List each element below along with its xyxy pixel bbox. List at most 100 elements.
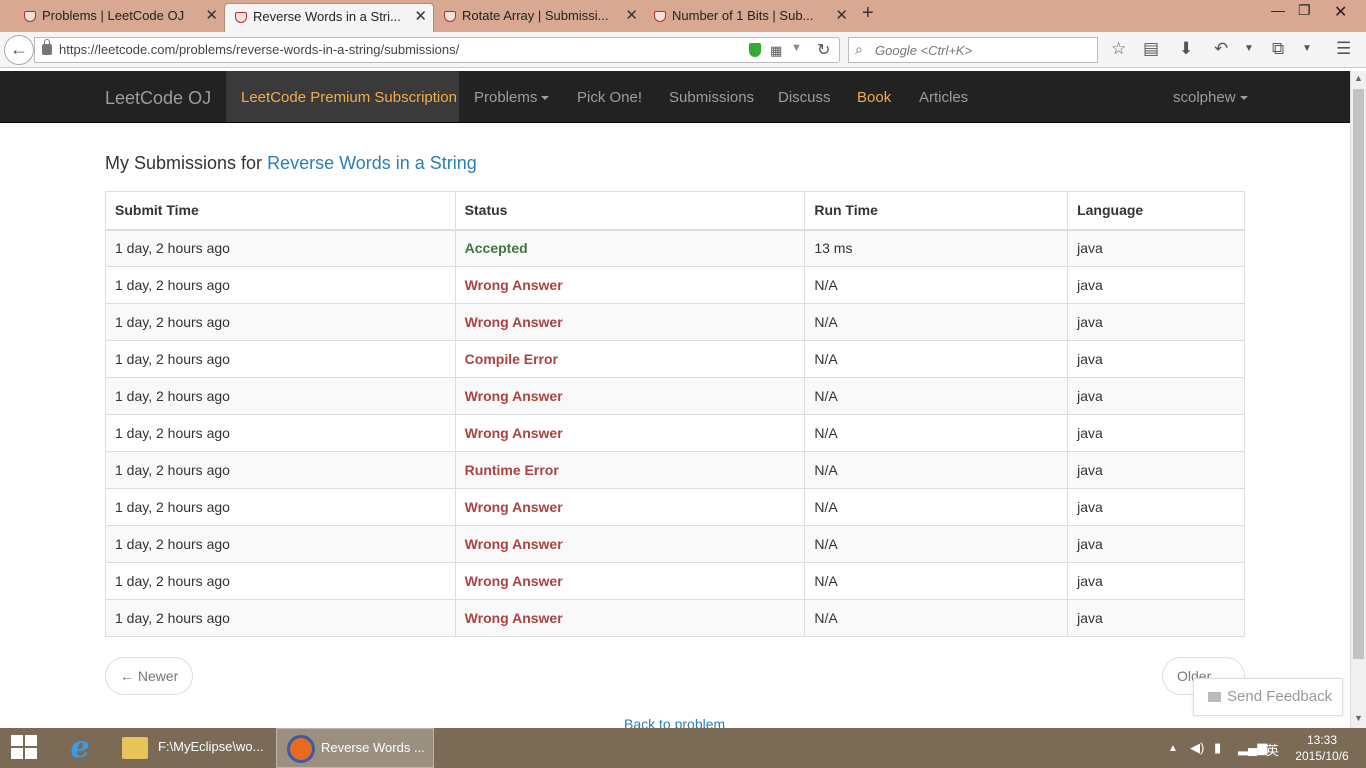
- internet-explorer-icon[interactable]: e: [64, 733, 96, 763]
- url-bar[interactable]: https://leetcode.com/problems/reverse-wo…: [34, 37, 840, 63]
- run-time-cell: N/A: [804, 414, 1069, 452]
- undo-icon[interactable]: ↶: [1214, 39, 1228, 59]
- run-time-cell: 13 ms: [804, 229, 1069, 267]
- run-time-cell: N/A: [804, 451, 1069, 489]
- caret-down-icon: [1239, 96, 1248, 101]
- windows-start-icon[interactable]: [11, 735, 39, 761]
- browser-tab-problems[interactable]: Problems | LeetCode OJ ✕: [14, 3, 224, 32]
- menu-hamburger-icon[interactable]: ☰: [1336, 39, 1351, 59]
- close-tab-icon[interactable]: ✕: [625, 3, 638, 29]
- new-tab-icon[interactable]: +: [862, 2, 874, 25]
- restore-icon[interactable]: ❐: [1298, 2, 1311, 19]
- power-icon[interactable]: ▮: [1214, 740, 1221, 756]
- caret-down-icon: [541, 96, 550, 101]
- language-cell: java: [1067, 229, 1245, 267]
- browser-tab-strip: Problems | LeetCode OJ ✕ Reverse Words i…: [0, 0, 1366, 32]
- nav-discuss[interactable]: Discuss: [778, 89, 831, 106]
- scroll-up-icon[interactable]: ▲: [1354, 73, 1363, 83]
- taskbar-explorer[interactable]: F:\MyEclipse\wo...: [114, 728, 272, 768]
- scroll-down-icon[interactable]: ▼: [1354, 713, 1363, 723]
- back-arrow-icon: ←: [10, 39, 28, 59]
- send-feedback-label: Send Feedback: [1227, 688, 1333, 705]
- status-cell[interactable]: Wrong Answer: [454, 599, 806, 637]
- send-feedback-button[interactable]: Send Feedback: [1193, 678, 1343, 716]
- close-window-icon[interactable]: ✕: [1334, 2, 1347, 22]
- status-cell[interactable]: Runtime Error: [454, 451, 806, 489]
- taskbar-firefox[interactable]: Reverse Words ...: [276, 728, 434, 768]
- taskbar-explorer-label: F:\MyEclipse\wo...: [158, 739, 264, 754]
- browser-nav-bar: ← https://leetcode.com/problems/reverse-…: [0, 32, 1366, 68]
- qr-code-icon[interactable]: ▦: [770, 43, 782, 59]
- ime-indicator[interactable]: 英: [1266, 740, 1279, 759]
- language-cell: java: [1067, 266, 1245, 304]
- search-bar[interactable]: ⌕ Google <Ctrl+K>: [848, 37, 1098, 63]
- col-run-time: Run Time: [804, 191, 1069, 231]
- close-tab-icon[interactable]: ✕: [414, 4, 427, 30]
- status-cell[interactable]: Wrong Answer: [454, 377, 806, 415]
- language-cell: java: [1067, 303, 1245, 341]
- volume-icon[interactable]: ◀): [1190, 740, 1204, 756]
- user-menu[interactable]: scolphew: [1173, 89, 1248, 106]
- nav-articles[interactable]: Articles: [919, 89, 968, 106]
- submit-time-cell: 1 day, 2 hours ago: [105, 599, 456, 637]
- page-title-prefix: My Submissions for: [105, 153, 263, 173]
- nav-problems-label: Problems: [474, 89, 538, 106]
- nav-problems[interactable]: Problems: [474, 89, 550, 106]
- language-cell: java: [1067, 451, 1245, 489]
- col-status: Status: [454, 191, 806, 231]
- scrollbar-thumb[interactable]: [1353, 89, 1364, 659]
- username: scolphew: [1173, 89, 1236, 106]
- browser-tab-rotate-array[interactable]: Rotate Array | Submissi... ✕: [434, 3, 644, 32]
- url-text[interactable]: https://leetcode.com/problems/reverse-wo…: [59, 42, 459, 57]
- vertical-scrollbar[interactable]: ▲ ▼: [1350, 71, 1366, 728]
- table-row: 1 day, 2 hours ago Compile Error N/A java: [105, 340, 1245, 378]
- screenshot-icon[interactable]: ⧉: [1272, 39, 1284, 59]
- status-cell[interactable]: Compile Error: [454, 340, 806, 378]
- status-cell[interactable]: Wrong Answer: [454, 303, 806, 341]
- status-cell[interactable]: Wrong Answer: [454, 414, 806, 452]
- table-row: 1 day, 2 hours ago Wrong Answer N/A java: [105, 488, 1245, 526]
- network-icon[interactable]: ▂▄▆: [1238, 740, 1267, 756]
- status-cell[interactable]: Wrong Answer: [454, 266, 806, 304]
- nav-book[interactable]: Book: [857, 89, 891, 106]
- undo-dropdown-icon[interactable]: ▼: [1244, 43, 1254, 54]
- browser-tab-reverse-words[interactable]: Reverse Words in a Stri... ✕: [224, 3, 434, 32]
- col-submit-time: Submit Time: [105, 191, 456, 231]
- folder-icon: [122, 737, 148, 759]
- brand-logo[interactable]: LeetCode OJ: [105, 88, 211, 109]
- language-cell: java: [1067, 340, 1245, 378]
- problem-title-link[interactable]: Reverse Words in a String: [267, 153, 477, 173]
- table-row: 1 day, 2 hours ago Accepted 13 ms java: [105, 229, 1245, 267]
- clock-date: 2015/10/6: [1295, 749, 1349, 763]
- language-cell: java: [1067, 599, 1245, 637]
- newer-button[interactable]: ← Newer: [105, 657, 194, 695]
- table-header-row: Submit Time Status Run Time Language: [105, 191, 1245, 231]
- nav-pick-one[interactable]: Pick One!: [577, 89, 642, 106]
- system-clock[interactable]: 13:33 2015/10/6: [1292, 732, 1352, 764]
- clock-time: 13:33: [1306, 733, 1338, 747]
- download-icon[interactable]: ⬇: [1179, 39, 1193, 59]
- tab-title: Problems | LeetCode OJ: [42, 8, 185, 23]
- minimize-icon[interactable]: —: [1271, 2, 1285, 18]
- status-cell[interactable]: Wrong Answer: [454, 488, 806, 526]
- shield-icon[interactable]: [749, 43, 761, 57]
- close-tab-icon[interactable]: ✕: [205, 3, 218, 29]
- close-tab-icon[interactable]: ✕: [835, 3, 848, 29]
- tray-expand-icon[interactable]: ▲: [1168, 743, 1178, 754]
- search-icon: ⌕: [855, 41, 863, 57]
- nav-submissions[interactable]: Submissions: [669, 89, 754, 106]
- back-button[interactable]: ←: [4, 35, 34, 65]
- screenshot-dropdown-icon[interactable]: ▼: [1302, 43, 1312, 54]
- browser-tab-number-of-1-bits[interactable]: Number of 1 Bits | Sub... ✕: [644, 3, 854, 32]
- submissions-table: Submit Time Status Run Time Language 1 d…: [105, 191, 1245, 637]
- leetcode-favicon-icon: [654, 11, 666, 22]
- submit-time-cell: 1 day, 2 hours ago: [105, 488, 456, 526]
- status-cell[interactable]: Wrong Answer: [454, 562, 806, 600]
- bookmark-star-icon[interactable]: ☆: [1111, 39, 1126, 59]
- status-cell[interactable]: Accepted: [454, 229, 806, 267]
- reading-list-icon[interactable]: ▤: [1143, 39, 1159, 59]
- url-dropdown-icon[interactable]: ▼: [791, 42, 802, 54]
- status-cell[interactable]: Wrong Answer: [454, 525, 806, 563]
- reload-icon[interactable]: ↻: [817, 40, 830, 60]
- premium-link[interactable]: LeetCode Premium Subscription: [226, 71, 459, 122]
